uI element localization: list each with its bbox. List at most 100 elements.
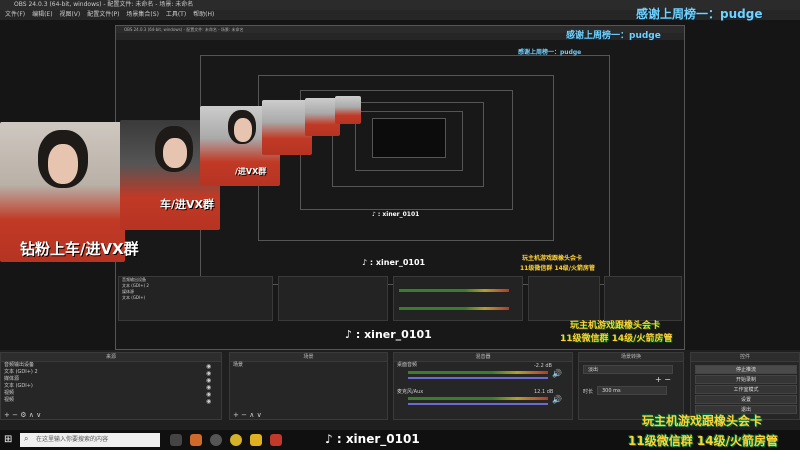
- promo-overlay-1-small: 玩主机游戏跟橡头会卡: [570, 321, 661, 331]
- move-up-icon[interactable]: ∧: [249, 411, 254, 419]
- add-scene-icon[interactable]: +: [233, 411, 239, 419]
- windows-start-icon[interactable]: ⊞: [4, 434, 12, 445]
- speaker-icon[interactable]: 🔊: [552, 369, 562, 378]
- duration-input[interactable]: 300 ms: [597, 386, 667, 395]
- nested-source-item: 文本 (GDI+): [122, 295, 146, 300]
- preview-canvas[interactable]: OBS 24.0.3 (64-bit, windows) - 配置文件: 未命名…: [0, 7, 800, 350]
- mixer-panel: 混音器 桌面音频 -2.2 dB 🔊 麦克风/Aux 12.1 dB 🔊: [393, 352, 573, 420]
- tiktok-icon: ♪ :: [362, 258, 376, 267]
- transition-select[interactable]: 淡出: [583, 365, 673, 374]
- source-item[interactable]: 视频: [1, 390, 221, 397]
- desktop-audio-slider[interactable]: [408, 377, 548, 379]
- face-shape: [163, 138, 187, 168]
- scenes-toolbar: + − ∧ ∨: [233, 411, 262, 419]
- promo-overlay-2-tiny: 11级微信群 14级/火箭房管: [520, 265, 595, 272]
- face-shape: [234, 118, 252, 142]
- studio-mode-button[interactable]: 工作室模式: [695, 385, 797, 394]
- webcam-caption-mirror: 车/进VX群: [160, 198, 215, 211]
- nested-meter: [399, 307, 509, 310]
- stop-streaming-button[interactable]: 停止推流: [695, 365, 797, 374]
- mixer-channel-name: 麦克风/Aux: [397, 389, 424, 395]
- transitions-panel: 场景转换 淡出 + − 时长 300 ms: [578, 352, 684, 420]
- mixer-channel-db: -2.2 dB: [534, 363, 552, 369]
- app-icon[interactable]: [190, 434, 202, 446]
- scenes-panel-title: 场景: [230, 353, 387, 362]
- tiktok-icon: ♪ :: [345, 328, 365, 341]
- speaker-icon[interactable]: 🔊: [552, 395, 562, 404]
- menu-help[interactable]: 帮助(H): [193, 11, 214, 18]
- tiktok-id-text: xiner_0101: [345, 432, 420, 446]
- inner-thanks-overlay-2: 感谢上周榜一：pudge: [518, 49, 582, 56]
- tiktok-id-overlay-2: ♪ : xiner_0101: [362, 258, 425, 267]
- webcam-feed-mirror-5: [335, 96, 361, 124]
- nested-mixer-panel: [393, 276, 523, 321]
- promo-overlay-2-small: 11级微信群 14级/火箭房管: [560, 334, 673, 344]
- taskbar-search-input[interactable]: 在这里输入你要搜索的内容: [20, 433, 160, 447]
- gear-icon[interactable]: ⚙: [20, 411, 26, 419]
- settings-button[interactable]: 设置: [695, 395, 797, 404]
- tiktok-id-text: xiner_0101: [382, 211, 420, 218]
- sources-toolbar: + − ⚙ ∧ ∨: [4, 411, 41, 419]
- nested-controls-panel: [604, 276, 682, 321]
- sources-panel: 来源 音频输出设备 文本 (GDI+) 2 媒体源 文本 (GDI+) 视频 视…: [0, 352, 222, 420]
- menu-edit[interactable]: 编辑(E): [32, 11, 52, 18]
- controls-panel-title: 控件: [691, 353, 799, 362]
- promo-overlay-1-tiny: 玩主机游戏跟橡头会卡: [522, 255, 583, 262]
- mic-audio-slider[interactable]: [408, 403, 548, 405]
- source-item[interactable]: 文本 (GDI+) 2: [1, 369, 221, 376]
- visibility-icons[interactable]: ◉ ◉ ◉ ◉ ◉ ◉: [206, 363, 211, 405]
- face-shape: [48, 144, 78, 184]
- tiktok-icon: ♪ :: [325, 432, 346, 446]
- mixer-panel-title: 混音器: [394, 353, 572, 362]
- add-transition-icon[interactable]: + −: [655, 375, 671, 384]
- scene-item[interactable]: 场景: [230, 362, 387, 369]
- tunnel-center: [372, 118, 446, 158]
- tiktok-id-text: xiner_0101: [375, 258, 426, 267]
- promo-overlay-1: 玩主机游戏跟橡头会卡: [642, 414, 763, 428]
- source-item[interactable]: 视频: [1, 397, 221, 404]
- tiktok-id-overlay-3: ♪ : xiner_0101: [372, 211, 419, 218]
- transitions-panel-title: 场景转换: [579, 353, 683, 362]
- source-item[interactable]: 媒体源: [1, 376, 221, 383]
- promo-overlay-2: 11级微信群 14级/火箭房管: [628, 434, 778, 448]
- obs-taskbar-icon[interactable]: [210, 434, 222, 446]
- nested-scenes-panel: [278, 276, 388, 321]
- move-down-icon[interactable]: ∨: [257, 411, 262, 419]
- remove-scene-icon[interactable]: −: [241, 411, 247, 419]
- menu-file[interactable]: 文件(F): [5, 11, 25, 18]
- menu-view[interactable]: 视图(V): [59, 11, 80, 18]
- duration-label: 时长: [583, 389, 594, 395]
- nested-transitions-panel: [528, 276, 600, 321]
- source-item[interactable]: 文本 (GDI+): [1, 383, 221, 390]
- move-down-icon[interactable]: ∨: [36, 411, 41, 419]
- desktop-audio-meter: [408, 371, 548, 374]
- mic-audio-meter: [408, 397, 548, 400]
- nested-meter: [399, 289, 509, 292]
- mixer-channel-db: 12.1 dB: [534, 389, 554, 395]
- task-view-icon[interactable]: [170, 434, 182, 446]
- tiktok-id-overlay: ♪ : xiner_0101: [345, 328, 432, 341]
- taskbar: ⊞ 在这里输入你要搜索的内容 ⌕ ♪ : xiner_0101 11级微信群 1…: [0, 430, 800, 450]
- app-icon[interactable]: [230, 434, 242, 446]
- tiktok-id-text: xiner_0101: [364, 328, 432, 341]
- tiktok-id-overlay-main: ♪ : xiner_0101: [325, 432, 420, 446]
- add-source-icon[interactable]: +: [4, 411, 10, 419]
- scenes-panel: 场景 场景 + − ∧ ∨: [229, 352, 388, 420]
- inner-thanks-overlay: 感谢上周榜一：pudge: [566, 31, 661, 41]
- remove-source-icon[interactable]: −: [12, 411, 18, 419]
- menu-tools[interactable]: 工具(T): [166, 11, 186, 18]
- move-up-icon[interactable]: ∧: [29, 411, 34, 419]
- start-recording-button[interactable]: 开始录制: [695, 375, 797, 384]
- nested-sources-panel: 音频输出设备 文本 (GDI+) 2 媒体源 文本 (GDI+): [118, 276, 273, 321]
- webcam-caption-mirror-2: /进VX群: [235, 167, 267, 176]
- top-thanks-overlay: 感谢上周榜一：pudge: [636, 7, 763, 21]
- controls-panel: 控件 停止推流 开始录制 工作室模式 设置 退出: [690, 352, 800, 420]
- app-icon[interactable]: [250, 434, 262, 446]
- tiktok-icon: ♪ :: [372, 211, 383, 218]
- menu-profile[interactable]: 配置文件(P): [87, 11, 119, 18]
- app-icon[interactable]: [270, 434, 282, 446]
- sources-panel-title: 来源: [1, 353, 221, 362]
- search-icon: ⌕: [24, 434, 29, 443]
- menu-scene-collection[interactable]: 场景集合(S): [126, 11, 159, 18]
- source-item[interactable]: 音频输出设备: [1, 362, 221, 369]
